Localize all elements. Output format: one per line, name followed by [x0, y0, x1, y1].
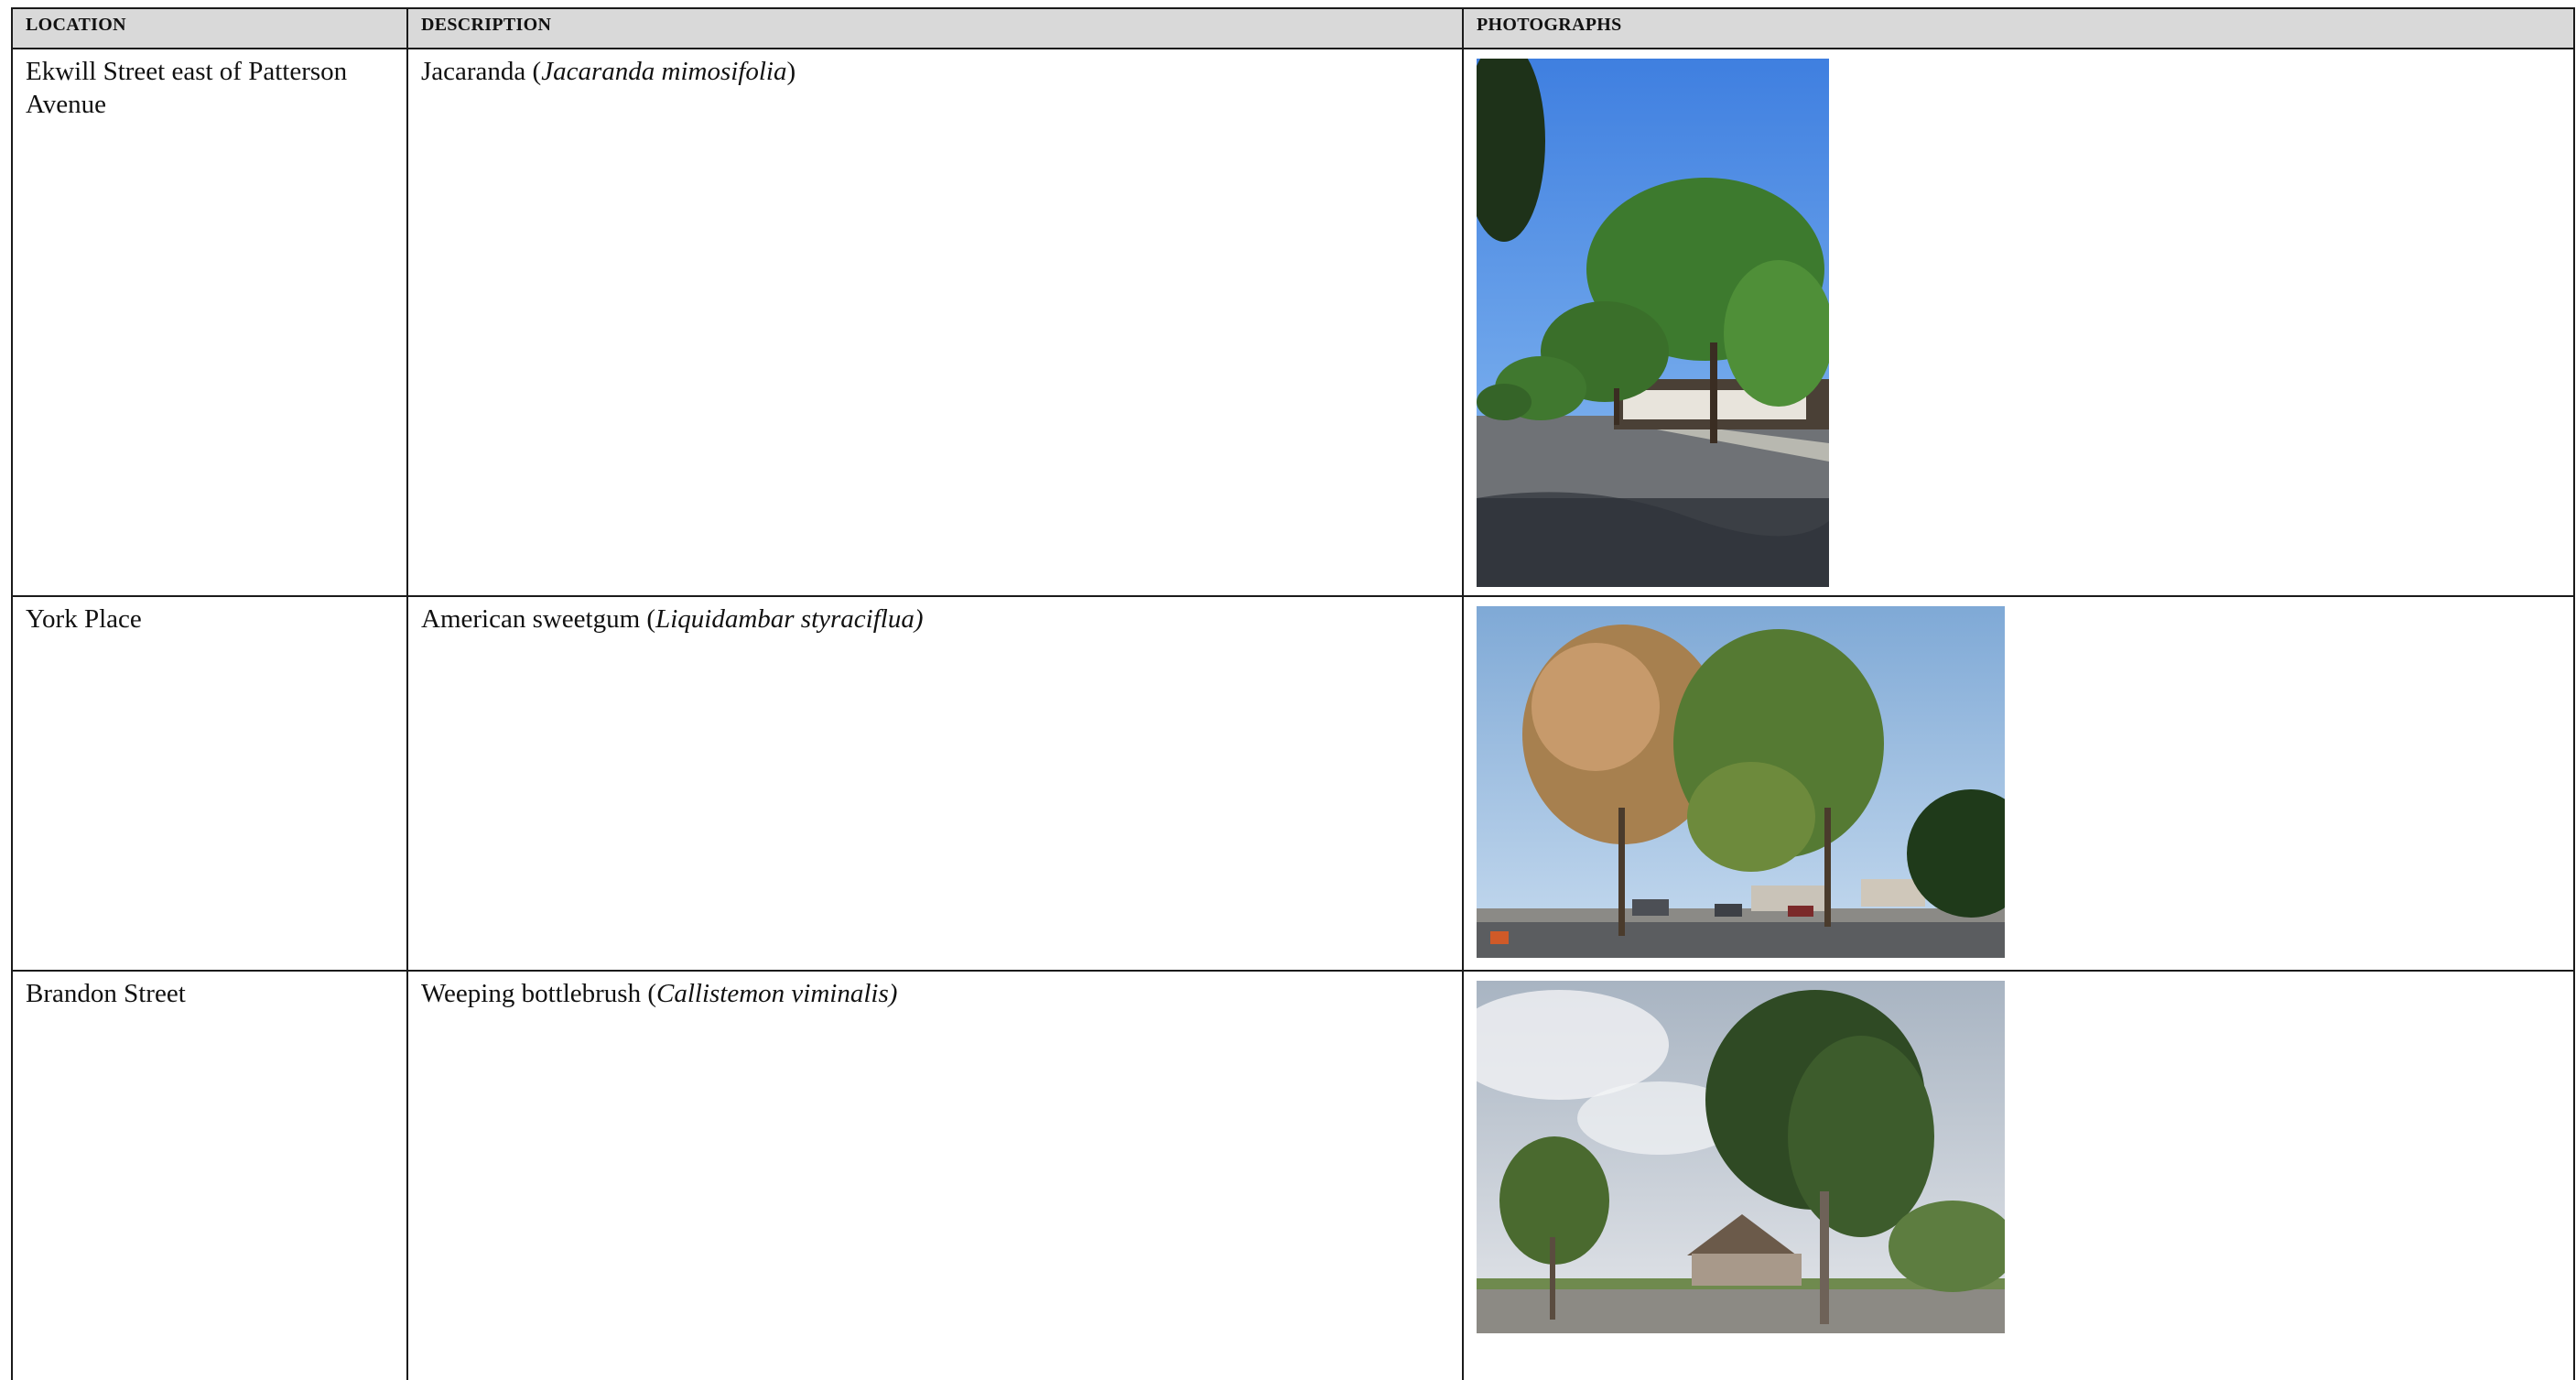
- photograph-cell: [1462, 48, 2575, 597]
- photograph-cell: [1462, 970, 2575, 1380]
- common-name: American sweetgum (: [421, 604, 656, 634]
- common-name: Weeping bottlebrush (: [421, 979, 656, 1008]
- description-cell: American sweetgum (Liquidambar styracifl…: [406, 595, 1464, 972]
- description-cell: Weeping bottlebrush (Callistemon viminal…: [406, 970, 1464, 1380]
- table-row: York Place American sweetgum (Liquidamba…: [11, 595, 2575, 972]
- bottlebrush-photo: [1477, 981, 2005, 1333]
- location-cell: Ekwill Street east of Patterson Avenue: [11, 48, 408, 597]
- closing-paren: ): [786, 57, 796, 86]
- photograph-cell: [1462, 595, 2575, 972]
- tree-inventory-table: LOCATION DESCRIPTION PHOTOGRAPHS Ekwill …: [11, 7, 2575, 1380]
- header-location: LOCATION: [11, 7, 408, 49]
- header-photographs: PHOTOGRAPHS: [1462, 7, 2575, 49]
- header-description: DESCRIPTION: [406, 7, 1464, 49]
- header-row: LOCATION DESCRIPTION PHOTOGRAPHS: [11, 7, 2575, 49]
- location-cell: York Place: [11, 595, 408, 972]
- description-cell: Jacaranda (Jacaranda mimosifolia): [406, 48, 1464, 597]
- sweetgum-photo: [1477, 606, 2005, 958]
- table-row: Brandon Street Weeping bottlebrush (Call…: [11, 970, 2575, 1380]
- location-cell: Brandon Street: [11, 970, 408, 1380]
- scientific-name: Callistemon viminalis): [656, 979, 898, 1008]
- scientific-name: Jacaranda mimosifolia: [541, 57, 787, 86]
- scientific-name: Liquidambar styraciflua): [655, 604, 924, 634]
- common-name: Jacaranda (: [421, 57, 542, 86]
- jacaranda-photo: [1477, 59, 1829, 587]
- table-row: Ekwill Street east of Patterson Avenue J…: [11, 48, 2575, 597]
